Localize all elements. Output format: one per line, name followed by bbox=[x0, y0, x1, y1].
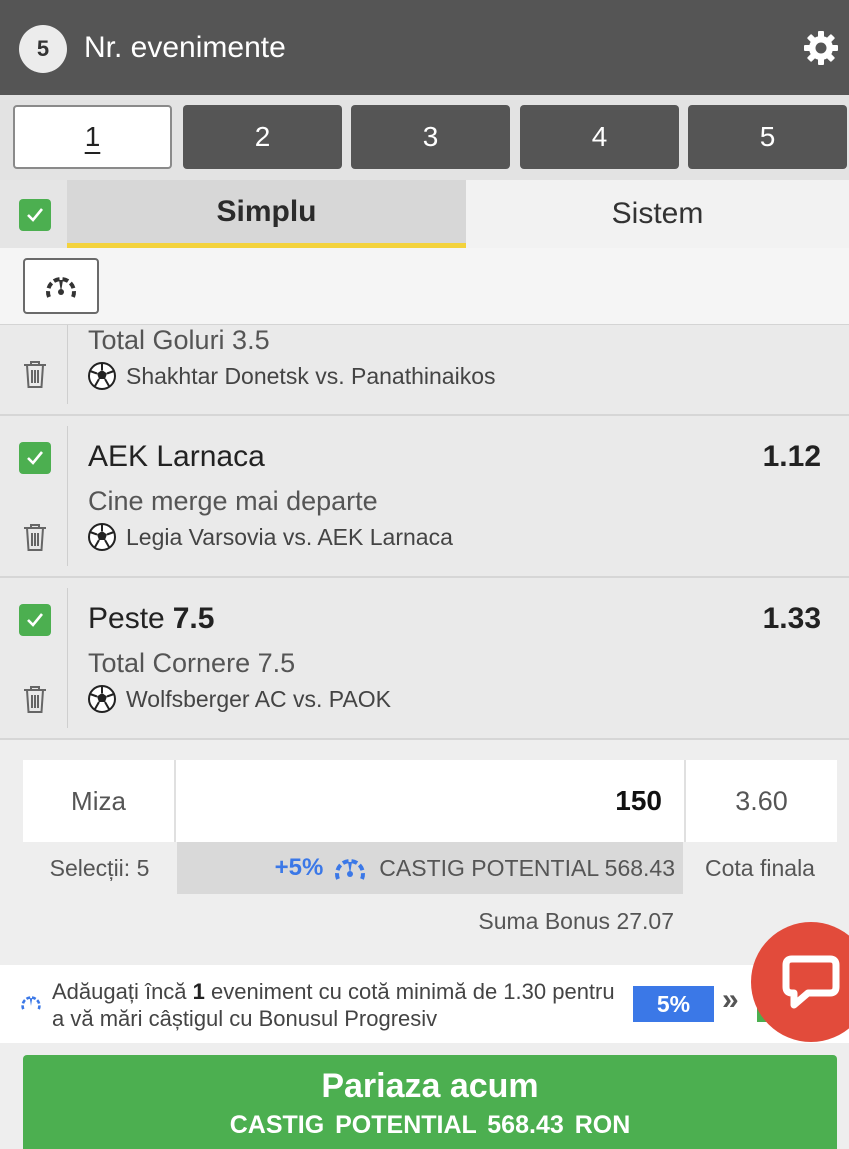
stake-input[interactable]: 150 bbox=[176, 760, 684, 842]
bet-checkbox[interactable] bbox=[19, 604, 51, 636]
bet-market: Cine merge mai departe bbox=[88, 486, 378, 516]
bet-side bbox=[0, 426, 68, 566]
slot-5-button[interactable]: 5 bbox=[688, 105, 847, 169]
select-all-checkbox[interactable] bbox=[19, 199, 51, 231]
potential-winnings: +5% CASTIG POTENTIAL 568.43 bbox=[177, 842, 683, 894]
gear-icon[interactable] bbox=[801, 28, 841, 68]
bet-item: Total Goluri 3.5 Shakhtar Donetsk vs. Pa… bbox=[0, 325, 849, 416]
bet-item: AEK Larnaca 1.12 Cine merge mai departe … bbox=[0, 416, 849, 578]
chat-bubble-icon bbox=[782, 955, 840, 1009]
bet-odds: 1.33 bbox=[762, 602, 821, 635]
bonus-percent: +5% bbox=[274, 854, 324, 881]
slot-4-button[interactable]: 4 bbox=[520, 105, 679, 169]
betslip-header: 5 Nr. evenimente bbox=[0, 0, 849, 95]
bet-selection: Peste 7.5 bbox=[88, 602, 214, 636]
bet-side bbox=[0, 325, 68, 404]
speedometer-icon bbox=[46, 277, 76, 298]
bet-match-text: Wolfsberger AC vs. PAOK bbox=[126, 685, 392, 712]
bet-item: Peste 7.5 1.33 Total Cornere 7.5 Wolfsber… bbox=[0, 578, 849, 740]
slot-label: 2 bbox=[254, 121, 271, 152]
betslip-slots: 1 2 3 4 5 bbox=[0, 95, 849, 180]
total-odds: 3.60 bbox=[684, 760, 837, 842]
bet-selection-value: 7.5 bbox=[172, 602, 215, 635]
bet-checkbox[interactable] bbox=[19, 442, 51, 474]
place-bet-button[interactable]: Pariaza acum CASTIG POTENTIAL 568.43 RON bbox=[23, 1055, 837, 1149]
tool-row bbox=[0, 248, 849, 325]
bet-match: Shakhtar Donetsk vs. Panathinaikos bbox=[88, 362, 495, 390]
promo-percent-badge: 5% bbox=[633, 986, 714, 1022]
tab-simplu[interactable]: Simplu bbox=[67, 180, 466, 248]
check-icon bbox=[27, 451, 44, 465]
bet-match: Wolfsberger AC vs. PAOK bbox=[88, 685, 391, 713]
promo-text-before: Adăugați încă bbox=[52, 979, 193, 1004]
promo-text: Adăugați încă 1 eveniment cu cotă minimă… bbox=[52, 978, 632, 1032]
place-bet-label: Pariaza acum bbox=[321, 1067, 539, 1105]
double-chevron-icon: » bbox=[722, 983, 739, 1016]
promo-count: 1 bbox=[192, 979, 205, 1004]
bet-match-text: Legia Varsovia vs. AEK Larnaca bbox=[126, 523, 453, 550]
bet-match: Legia Varsovia vs. AEK Larnaca bbox=[88, 523, 453, 551]
final-odds-label: Cota finala bbox=[705, 854, 815, 881]
selections-count: Selecții: 5 bbox=[49, 854, 150, 881]
bet-selection-text: AEK Larnaca bbox=[88, 440, 265, 473]
progressive-bonus-button[interactable] bbox=[23, 258, 99, 314]
football-icon bbox=[88, 523, 116, 551]
trash-icon[interactable] bbox=[22, 359, 48, 389]
stake-box: Miza 150 3.60 bbox=[23, 760, 837, 842]
stake-area: Miza 150 3.60 Selecții: 5 +5% CASTIG POT… bbox=[0, 740, 849, 965]
progressive-bonus-promo: Adăugați încă 1 eveniment cu cotă minimă… bbox=[0, 965, 849, 1043]
stake-label: Miza bbox=[23, 760, 176, 842]
check-icon bbox=[27, 208, 44, 222]
bet-side bbox=[0, 588, 68, 728]
place-bet-potential: CASTIG POTENTIAL 568.43 RON bbox=[229, 1111, 631, 1139]
bet-odds: 1.12 bbox=[762, 440, 821, 473]
event-count-badge: 5 bbox=[19, 25, 67, 73]
slot-2-button[interactable]: 2 bbox=[183, 105, 342, 169]
check-icon bbox=[27, 613, 44, 627]
bet-list: Total Goluri 3.5 Shakhtar Donetsk vs. Pa… bbox=[0, 325, 849, 740]
trash-icon[interactable] bbox=[22, 684, 48, 714]
potential-text: CASTIG POTENTIAL 568.43 bbox=[379, 854, 675, 881]
trash-icon[interactable] bbox=[22, 522, 48, 552]
tab-sistem[interactable]: Sistem bbox=[466, 180, 849, 248]
slot-3-button[interactable]: 3 bbox=[351, 105, 510, 169]
slot-1-button[interactable]: 1 bbox=[13, 105, 172, 169]
speedometer-icon bbox=[21, 996, 41, 1010]
bet-selection: AEK Larnaca bbox=[88, 440, 265, 474]
slot-label: 5 bbox=[759, 121, 776, 152]
select-all-area bbox=[0, 180, 67, 248]
football-icon bbox=[88, 685, 116, 713]
bonus-sum: Suma Bonus 27.07 bbox=[478, 908, 674, 934]
slot-label: 4 bbox=[591, 121, 608, 152]
bet-market: Total Goluri 3.5 bbox=[88, 325, 270, 355]
slot-label: 3 bbox=[422, 121, 439, 152]
bet-selection-text: Peste bbox=[88, 602, 165, 635]
slot-label: 1 bbox=[84, 121, 101, 152]
bet-match-text: Shakhtar Donetsk vs. Panathinaikos bbox=[126, 362, 496, 389]
football-icon bbox=[88, 362, 116, 390]
bet-market: Total Cornere 7.5 bbox=[88, 648, 296, 678]
speedometer-icon bbox=[335, 859, 366, 880]
bet-type-tabs: Simplu Sistem bbox=[0, 180, 849, 248]
header-title: Nr. evenimente bbox=[84, 31, 286, 64]
